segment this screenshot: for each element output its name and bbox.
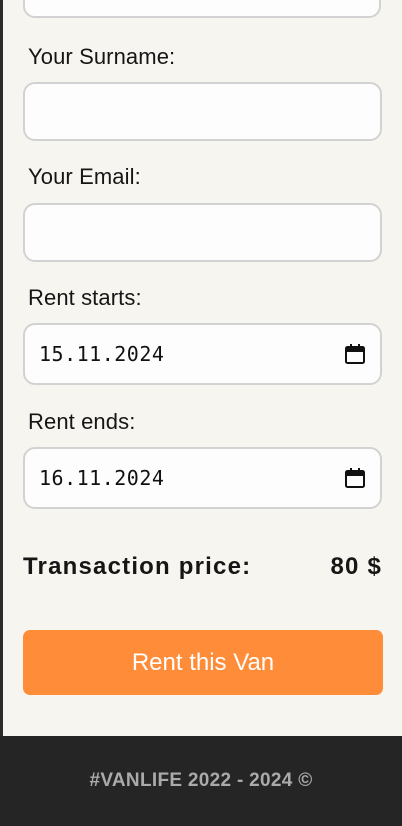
previous-input-field[interactable]	[23, 0, 381, 18]
rent-end-label: Rent ends:	[28, 409, 136, 434]
email-label: Your Email:	[28, 164, 141, 189]
transaction-price-label: Transaction price:	[23, 553, 252, 580]
rent-end-date-input[interactable]: 16.11.2024	[23, 447, 382, 509]
surname-input[interactable]	[23, 82, 382, 141]
footer: #VANLIFE 2022 - 2024 ©	[0, 736, 402, 826]
transaction-price-value: 80 $	[330, 553, 382, 580]
rent-form: Your Surname: Your Email: Rent starts: 1…	[3, 0, 402, 736]
rent-start-date-input[interactable]: 15.11.2024	[23, 323, 382, 385]
rent-start-date-value: 15.11.2024	[39, 342, 165, 366]
calendar-icon[interactable]	[344, 343, 366, 365]
email-input[interactable]	[23, 203, 382, 262]
footer-copyright: #VANLIFE 2022 - 2024 ©	[89, 770, 313, 791]
rent-end-date-value: 16.11.2024	[39, 466, 165, 490]
calendar-icon[interactable]	[344, 467, 366, 489]
transaction-price-row: Transaction price: 80 $	[23, 549, 382, 585]
rent-van-button[interactable]: Rent this Van	[23, 630, 383, 695]
surname-label: Your Surname:	[28, 44, 176, 69]
rent-start-label: Rent starts:	[28, 285, 142, 310]
